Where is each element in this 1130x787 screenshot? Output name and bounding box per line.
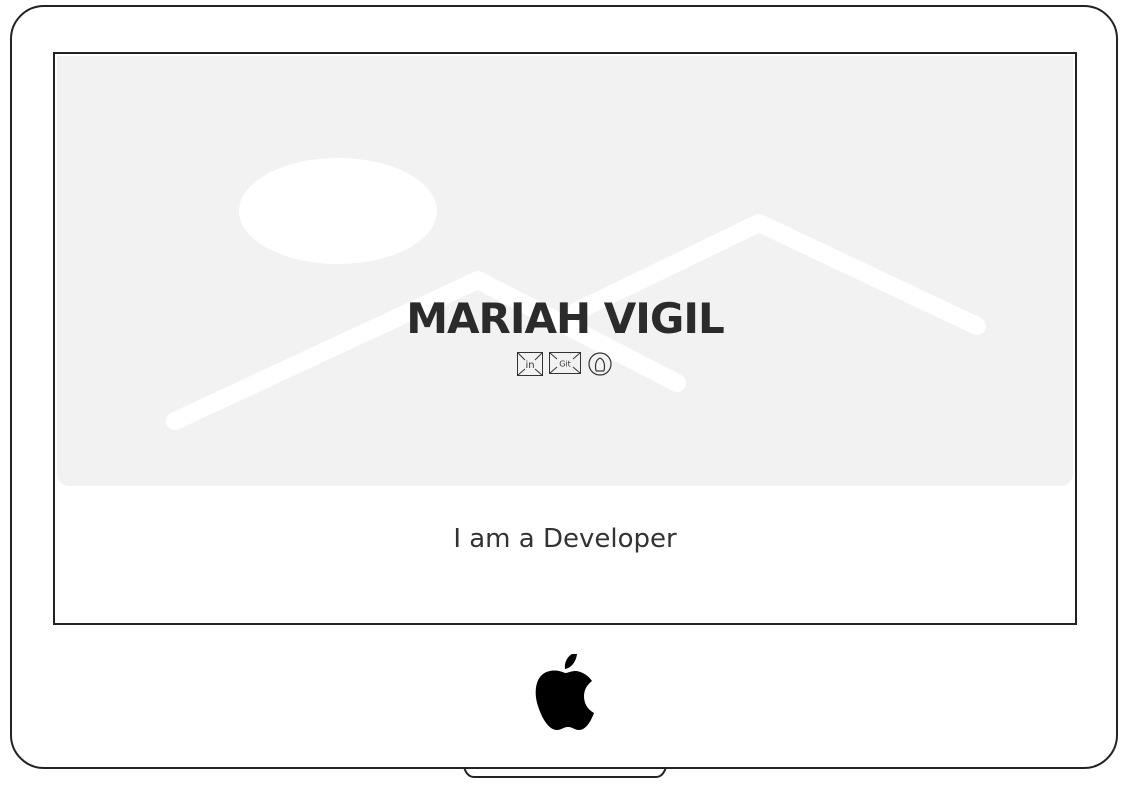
profile-icon: [588, 352, 612, 376]
linkedin-link[interactable]: in: [517, 352, 543, 376]
monitor-stand: [463, 767, 667, 778]
github-label: Git: [559, 360, 571, 369]
screen: MARIAH VIGIL in Git I am a Developer: [53, 52, 1077, 625]
hero-name: MARIAH VIGIL: [406, 294, 725, 343]
tagline: I am a Developer: [453, 524, 677, 554]
github-icon: Git: [549, 352, 581, 374]
apple-logo-icon: [535, 654, 594, 730]
hero-banner: MARIAH VIGIL in Git: [57, 56, 1073, 486]
image-placeholder-icon: [166, 158, 986, 430]
github-link[interactable]: Git: [549, 352, 581, 376]
profile-link[interactable]: [587, 352, 613, 376]
linkedin-label: in: [525, 360, 534, 371]
linkedin-icon: in: [517, 352, 543, 376]
social-links: in Git: [57, 352, 1073, 376]
